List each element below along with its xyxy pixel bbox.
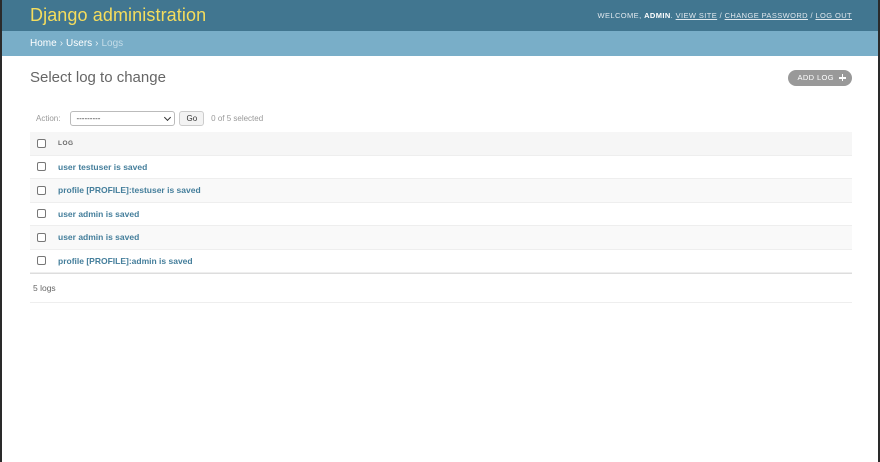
add-log-label: ADD LOG [797, 73, 834, 82]
breadcrumb-separator: › [95, 38, 99, 49]
table-row: user admin is saved [30, 226, 852, 250]
breadcrumb: Home › Users › Logs [0, 31, 880, 56]
result-count: 5 logs [33, 283, 56, 293]
welcome-text: WELCOME, [597, 11, 642, 20]
row-checkbox[interactable] [37, 185, 46, 195]
row-checkbox[interactable] [37, 209, 46, 219]
page-title: Select log to change [30, 69, 166, 86]
title-row: Select log to change ADD LOG [30, 56, 852, 99]
table-row: user testuser is saved [30, 156, 852, 179]
table-row: user admin is saved [30, 203, 852, 226]
breadcrumb-separator: › [59, 38, 64, 49]
row-checkbox[interactable] [37, 232, 46, 242]
row-checkbox[interactable] [37, 256, 46, 266]
site-branding[interactable]: Django administration [30, 5, 206, 26]
table-row: profile [PROFILE]:testuser is saved [30, 179, 852, 203]
separator: / [810, 11, 813, 20]
page: Django administration WELCOME, ADMIN. VI… [0, 0, 880, 462]
column-header-log[interactable]: LOG [58, 140, 74, 147]
table-row: profile [PROFILE]:admin is saved [30, 250, 852, 273]
paginator: 5 logs [30, 273, 852, 303]
view-site-link[interactable]: VIEW SITE [676, 11, 718, 20]
log-link[interactable]: user admin is saved [58, 209, 139, 219]
add-log-button[interactable]: ADD LOG [788, 69, 852, 86]
log-link[interactable]: profile [PROFILE]:testuser is saved [58, 185, 201, 195]
select-all-checkbox[interactable] [37, 138, 46, 148]
actions-bar: Action: --------- Go 0 of 5 selected [30, 108, 852, 129]
action-select[interactable]: --------- [70, 111, 176, 126]
action-select-value: --------- [76, 114, 101, 123]
log-link[interactable]: profile [PROFILE]:admin is saved [58, 256, 193, 266]
action-label: Action: [36, 114, 61, 123]
results-table: LOG user testuser is saved profile [PROF… [30, 132, 852, 273]
separator: / [719, 11, 723, 20]
log-link[interactable]: user admin is saved [58, 232, 139, 242]
breadcrumb-home[interactable]: Home [30, 38, 57, 49]
change-password-link[interactable]: CHANGE PASSWORD [725, 11, 808, 20]
breadcrumb-users[interactable]: Users [66, 38, 92, 49]
username: ADMIN [644, 11, 671, 20]
log-out-link[interactable]: LOG OUT [815, 11, 852, 20]
plus-icon [839, 74, 846, 81]
row-checkbox[interactable] [37, 162, 46, 172]
header: Django administration WELCOME, ADMIN. VI… [0, 0, 880, 31]
breadcrumb-current: Logs [101, 38, 124, 49]
go-button[interactable]: Go [179, 111, 205, 126]
table-header-row: LOG [30, 132, 852, 156]
selection-counter: 0 of 5 selected [211, 114, 264, 123]
chevron-down-icon [164, 113, 172, 121]
log-link[interactable]: user testuser is saved [58, 162, 147, 172]
user-tools: WELCOME, ADMIN. VIEW SITE / CHANGE PASSW… [597, 11, 852, 20]
content: Select log to change ADD LOG Action: ---… [0, 56, 880, 303]
